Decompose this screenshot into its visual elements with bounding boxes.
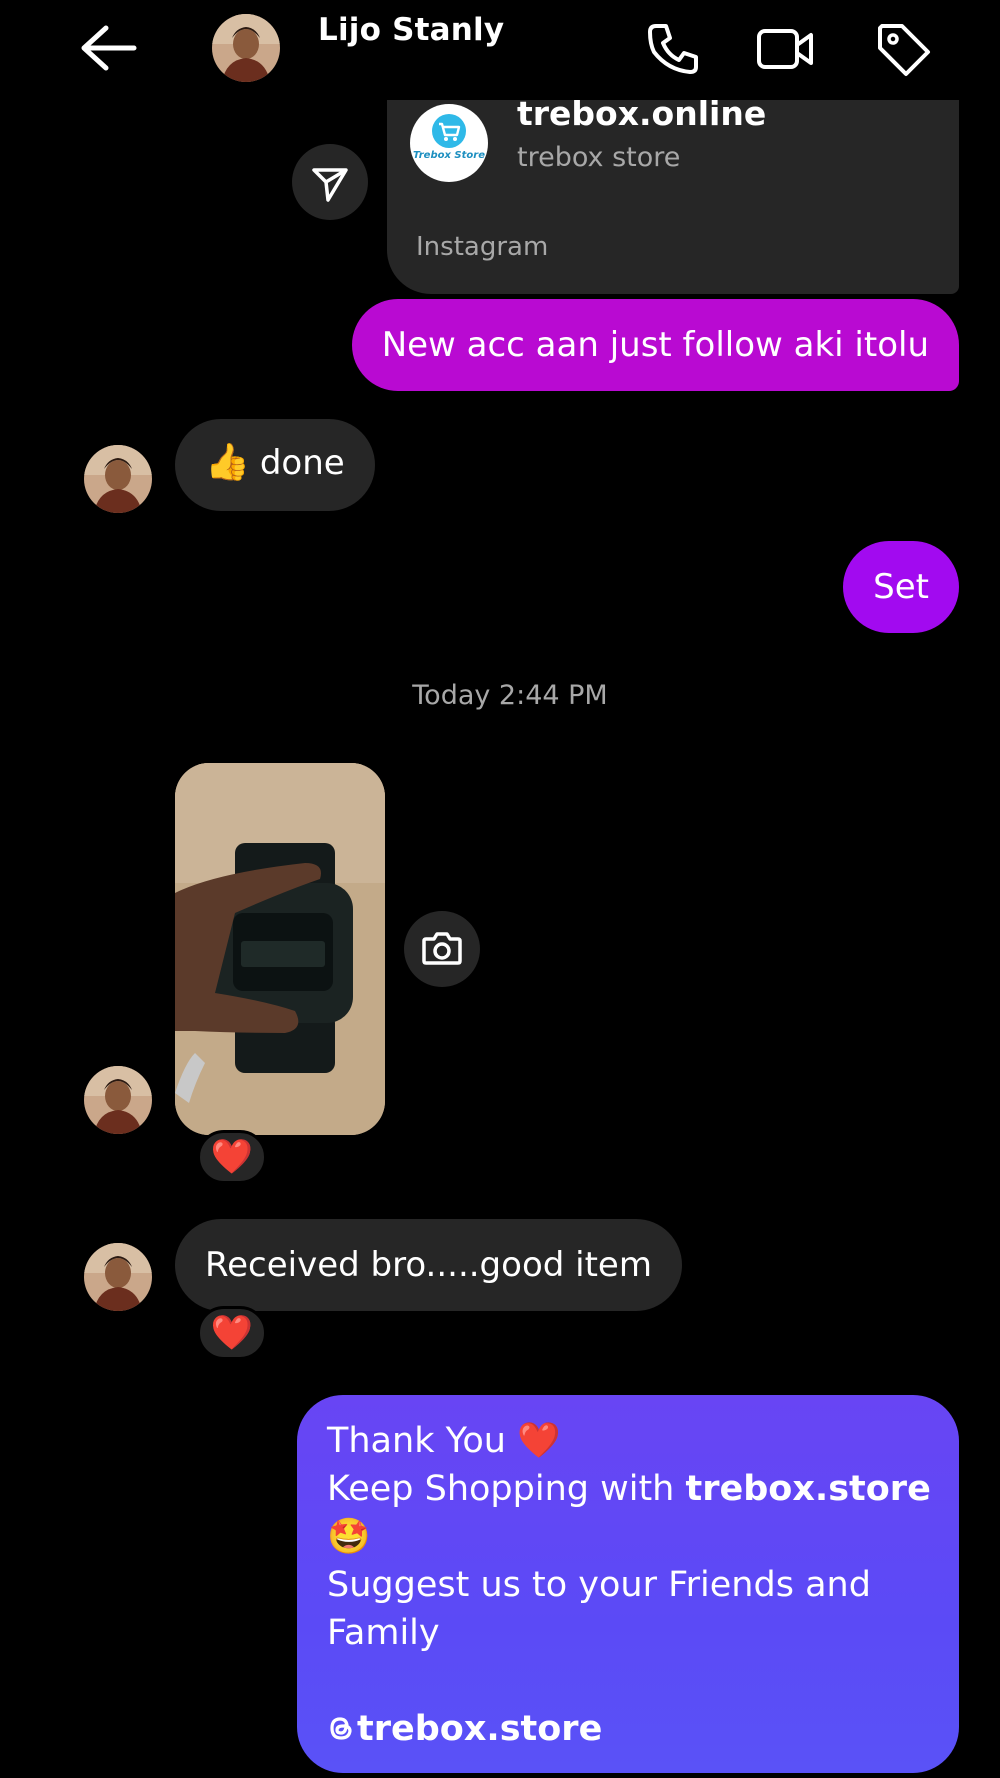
message-text: done [259,443,345,483]
forward-icon[interactable] [292,144,368,220]
sender-avatar[interactable] [84,445,152,513]
incoming-message[interactable]: 👍 done [175,419,375,511]
message-line: Thank You ❤️ [327,1421,561,1461]
contact-name[interactable]: Lijo Stanly [318,12,504,48]
tag-icon[interactable] [872,18,934,80]
message-line: Suggest us to your Friends and [327,1565,871,1605]
thumbs-up-emoji: 👍 [205,442,250,483]
cart-icon [432,114,466,148]
heart-reaction[interactable]: ❤️ [197,1130,267,1184]
camera-icon[interactable] [404,911,480,987]
chat-header: Lijo Stanly [0,0,1000,100]
store-logo-text: Trebox Store [413,150,485,161]
outgoing-message[interactable]: New acc aan just follow aki itolu [351,299,959,391]
timestamp: Today 2:44 PM [412,680,608,711]
contact-avatar[interactable] [212,14,280,82]
message-line: Keep Shopping with trebox.store [327,1465,931,1513]
store-mention: trebox.store [685,1469,931,1509]
incoming-message[interactable]: Received bro.....good item [175,1219,682,1311]
back-arrow-icon[interactable] [76,22,140,74]
threads-icon [327,1708,355,1740]
video-camera-icon[interactable] [754,18,816,80]
heart-reaction[interactable]: ❤️ [197,1306,267,1360]
message-text: Keep Shopping with [327,1469,686,1509]
handle-text: trebox.store [357,1709,603,1749]
threads-handle[interactable]: trebox.store [327,1705,929,1753]
photo-message-watch[interactable] [175,763,385,1135]
outgoing-message[interactable]: Thank You ❤️ Keep Shopping with trebox.s… [297,1395,959,1773]
outgoing-message[interactable]: Set [843,541,959,633]
link-source: Instagram [416,232,549,262]
link-subtitle: trebox store [517,142,681,173]
star-eyes-emoji: 🤩 [327,1517,371,1557]
sender-avatar[interactable] [84,1066,152,1134]
sender-avatar[interactable] [84,1243,152,1311]
phone-icon[interactable] [642,18,704,80]
message-line: Family [327,1613,440,1653]
store-logo: Trebox Store [410,104,488,182]
